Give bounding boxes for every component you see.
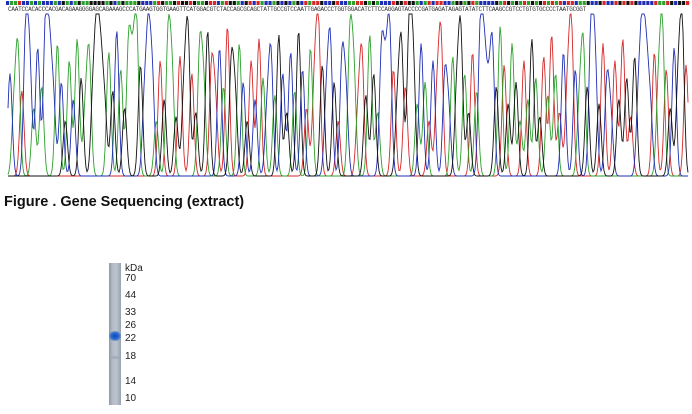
- chromatogram-traces: [7, 13, 689, 177]
- protein-band: [109, 331, 121, 341]
- marker-44: 44: [125, 290, 137, 301]
- figure-caption: Figure . Gene Sequencing (extract): [4, 194, 245, 210]
- marker-14: 14: [125, 376, 137, 387]
- marker-10: 10: [125, 393, 137, 404]
- marker-26: 26: [125, 320, 137, 331]
- marker-22: 22: [125, 333, 137, 344]
- marker-70: 70: [125, 273, 137, 284]
- sequencing-chromatogram: [7, 13, 689, 177]
- faint-band: [110, 356, 120, 359]
- marker-33: 33: [125, 307, 137, 318]
- base-call-sequence: CAATCCACACCCACGACAGAAGGGGAGCAGAAAGCCCATG…: [8, 6, 587, 13]
- marker-18: 18: [125, 351, 137, 362]
